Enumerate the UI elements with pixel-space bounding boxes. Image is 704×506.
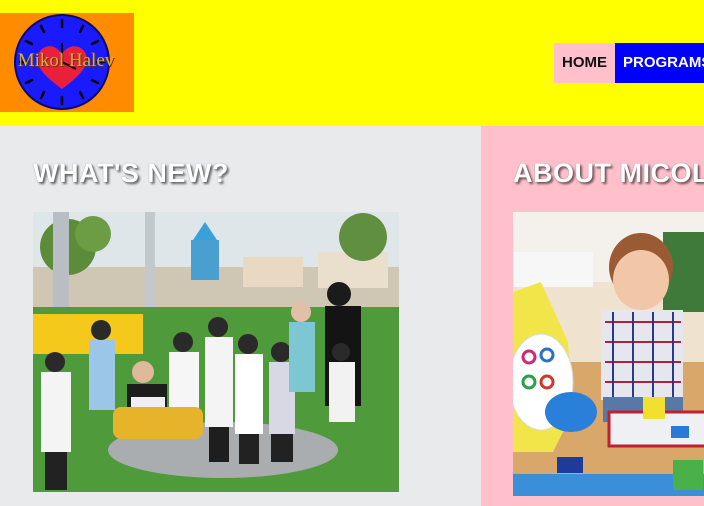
main-nav: HOME PROGRAMS bbox=[554, 43, 704, 83]
whats-new-title: WHAT'S NEW? bbox=[33, 158, 229, 188]
nav-home[interactable]: HOME bbox=[554, 43, 615, 83]
about-title: ABOUT MICOL HALEV bbox=[513, 158, 704, 188]
whats-new-photo[interactable] bbox=[33, 212, 399, 492]
about-photo[interactable] bbox=[513, 212, 704, 496]
toddler-playing-image bbox=[513, 212, 704, 496]
children-playground-image bbox=[33, 212, 399, 492]
logo-text: Mikol Halev bbox=[17, 50, 115, 71]
whats-new-section: WHAT'S NEW? bbox=[0, 126, 481, 506]
nav-programs[interactable]: PROGRAMS bbox=[615, 43, 704, 83]
about-section: ABOUT MICOL HALEV bbox=[481, 126, 704, 506]
site-logo[interactable]: Mikol Halev bbox=[0, 13, 134, 112]
site-header: Mikol Halev HOME PROGRAMS bbox=[0, 0, 704, 126]
